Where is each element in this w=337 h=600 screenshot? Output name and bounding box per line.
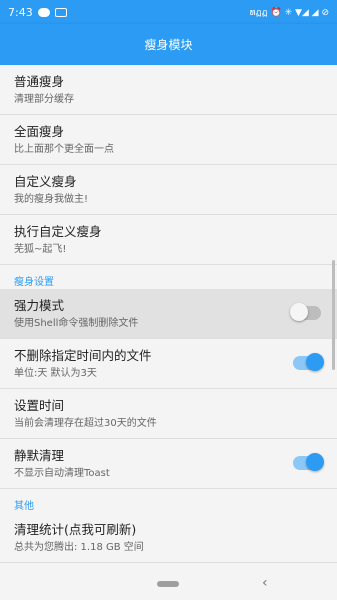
item-title: 静默清理 xyxy=(14,448,65,463)
section-header-other: 其他 xyxy=(14,501,34,512)
list-item-keep-recent[interactable]: 不删除指定时间内的文件 单位:天 默认为3天 xyxy=(0,339,337,389)
list-item-full-slim[interactable]: 全面瘦身 比上面那个更全面一点 xyxy=(0,115,337,165)
app-bar: 瘦身模块 xyxy=(0,24,337,65)
item-title: 执行自定义瘦身 xyxy=(14,224,102,239)
silent-clean-switch[interactable] xyxy=(293,453,324,471)
list-item-force-mode[interactable]: 强力模式 使用Shell命令强制删除文件 xyxy=(0,289,337,339)
screen-icon xyxy=(54,7,67,17)
item-title: 设置时间 xyxy=(14,398,65,413)
navigation-bar: ‹ xyxy=(0,568,337,600)
item-subtitle: 清理部分缓存 xyxy=(14,94,74,105)
list-item-custom-slim[interactable]: 自定义瘦身 我的瘦身我做主! xyxy=(0,165,337,215)
status-time: 7:43 xyxy=(8,5,33,19)
item-title: 全面瘦身 xyxy=(14,124,65,139)
scrollbar[interactable] xyxy=(332,260,335,370)
item-subtitle: 当前会清理存在超过30天的文件 xyxy=(14,418,157,429)
item-subtitle: 不显示自动清理Toast xyxy=(14,468,110,479)
home-pill-icon[interactable] xyxy=(157,581,179,587)
switch-knob xyxy=(290,303,308,321)
item-subtitle: 单位:天 默认为3天 xyxy=(14,368,97,379)
switch-knob xyxy=(306,353,324,371)
page-title: 瘦身模块 xyxy=(144,38,193,52)
list-item-set-time[interactable]: 设置时间 当前会清理存在超过30天的文件 xyxy=(0,389,337,439)
item-title: 不删除指定时间内的文件 xyxy=(14,348,152,363)
settings-list[interactable]: 普通瘦身 清理部分缓存 全面瘦身 比上面那个更全面一点 自定义瘦身 我的瘦身我做… xyxy=(0,65,337,568)
item-title: 强力模式 xyxy=(14,298,65,313)
item-title: 普通瘦身 xyxy=(14,74,65,89)
keep-recent-switch[interactable] xyxy=(293,353,324,371)
switch-knob xyxy=(306,453,324,471)
list-item-normal-slim[interactable]: 普通瘦身 清理部分缓存 xyxy=(0,65,337,115)
status-bar: 7:43 ທฏฏ ⏰ ✳ ▼◢ ◢ ⊘ xyxy=(0,0,337,24)
item-title: 自定义瘦身 xyxy=(14,174,77,189)
item-title: 清理统计(点我可刷新) xyxy=(14,522,137,537)
item-subtitle: 总共为您腾出: 1.18 GB 空间 xyxy=(14,542,144,553)
force-mode-switch[interactable] xyxy=(290,303,321,321)
list-item-silent-clean[interactable]: 静默清理 不显示自动清理Toast xyxy=(0,439,337,489)
item-subtitle: 比上面那个更全面一点 xyxy=(14,144,114,155)
message-icon xyxy=(37,7,50,17)
item-subtitle: 使用Shell命令强制删除文件 xyxy=(14,318,139,329)
section-header-settings: 瘦身设置 xyxy=(14,277,54,288)
list-item-clean-stats[interactable]: 清理统计(点我可刷新) 总共为您腾出: 1.18 GB 空间 xyxy=(0,513,337,563)
list-item-run-custom-slim[interactable]: 执行自定义瘦身 芜狐~起飞! xyxy=(0,215,337,265)
status-right-text: ທฏฏ ⏰ ✳ ▼◢ ◢ ⊘ xyxy=(249,8,329,18)
status-icons: ທฏฏ ⏰ ✳ ▼◢ ◢ ⊘ xyxy=(250,5,329,19)
item-subtitle: 我的瘦身我做主! xyxy=(14,194,89,205)
item-subtitle: 芜狐~起飞! xyxy=(14,244,67,255)
back-chevron-icon[interactable]: ‹ xyxy=(262,575,268,591)
